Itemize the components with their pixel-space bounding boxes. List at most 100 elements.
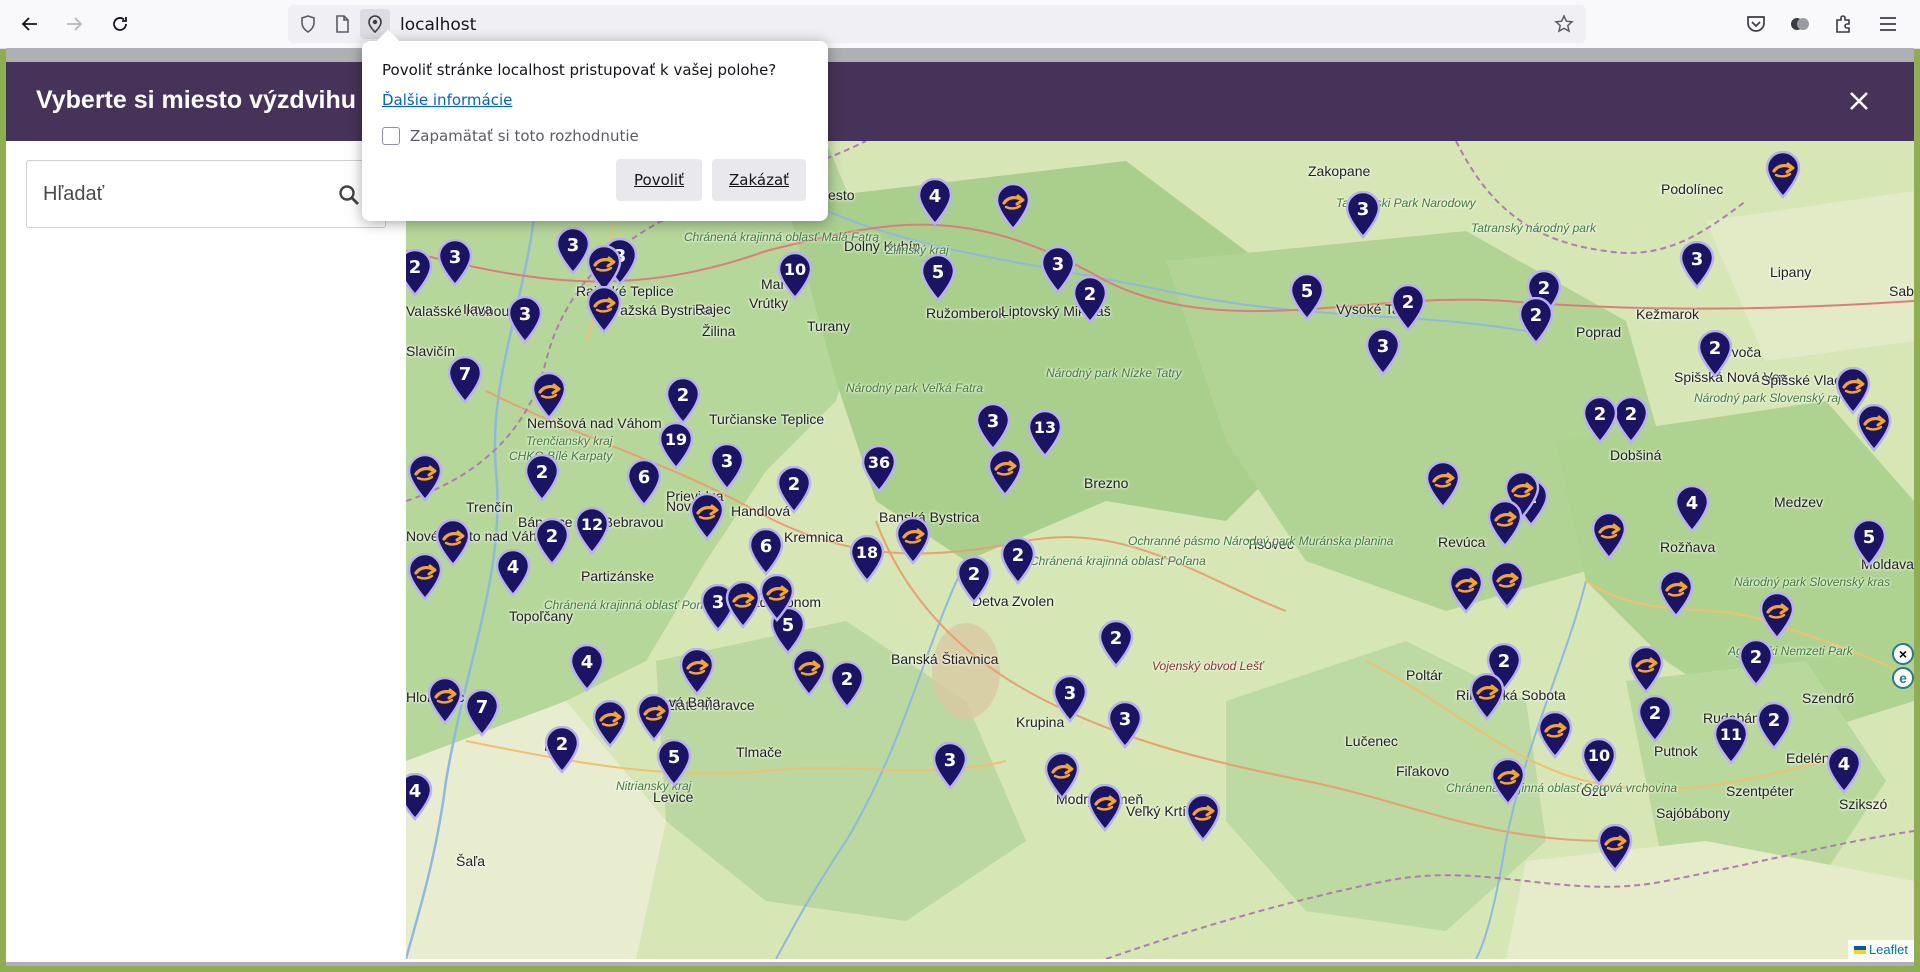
close-button[interactable] <box>1842 84 1876 118</box>
map-cluster-marker[interactable]: 2 <box>1755 702 1793 750</box>
reload-button[interactable] <box>104 8 136 40</box>
back-button[interactable] <box>14 8 46 40</box>
map-pickup-point-marker[interactable] <box>1855 404 1893 452</box>
extensions-cluster-icon[interactable] <box>1788 12 1812 36</box>
map-cluster-marker[interactable]: 4 <box>568 644 606 692</box>
map-pickup-point-marker[interactable] <box>1424 461 1462 509</box>
map-cluster-marker[interactable]: 2 <box>1696 330 1734 378</box>
map-cluster-marker[interactable]: 7 <box>446 356 484 404</box>
page-icon[interactable] <box>332 14 352 34</box>
map-cluster-marker[interactable]: 4 <box>406 773 434 821</box>
map-cluster-marker[interactable]: 5 <box>655 739 693 787</box>
map-cluster-marker[interactable]: 2 <box>1389 284 1427 332</box>
map[interactable]: Zakopane Tatrzański Park Narodowy Tatransk… <box>406 141 1914 959</box>
map-cluster-marker[interactable]: 4 <box>1825 746 1863 794</box>
info-e-icon[interactable]: e <box>1892 667 1914 689</box>
map-cluster-marker[interactable]: 2 <box>1636 695 1674 743</box>
map-cluster-marker[interactable]: 5 <box>1288 273 1326 321</box>
map-cluster-marker[interactable]: 2 <box>999 537 1037 585</box>
map-pickup-point-marker[interactable] <box>994 183 1032 231</box>
remember-checkbox[interactable] <box>382 127 400 145</box>
map-cluster-marker[interactable]: 5 <box>1850 519 1888 567</box>
map-pickup-point-marker[interactable] <box>678 648 716 696</box>
map-pickup-point-marker[interactable] <box>1596 824 1634 872</box>
map-pickup-point-marker[interactable] <box>1489 758 1527 806</box>
map-cluster-marker[interactable]: 3 <box>708 443 746 491</box>
map-cluster-marker[interactable]: 13 <box>1026 410 1064 458</box>
map-cluster-marker[interactable]: 6 <box>747 528 785 576</box>
map-pickup-point-marker[interactable] <box>758 574 796 622</box>
forward-button[interactable] <box>58 8 90 40</box>
puzzle-icon[interactable] <box>1832 12 1856 36</box>
map-pickup-point-marker[interactable] <box>1627 646 1665 694</box>
menu-icon[interactable] <box>1876 12 1900 36</box>
map-pickup-point-marker[interactable] <box>1468 673 1506 721</box>
map-cluster-marker[interactable]: 2 <box>664 377 702 425</box>
map-pickup-point-marker[interactable] <box>1086 784 1124 832</box>
map-pickup-point-marker[interactable] <box>406 454 444 502</box>
map-pickup-point-marker[interactable] <box>1657 570 1695 618</box>
map-cluster-marker[interactable]: 4 <box>1673 485 1711 533</box>
map-cluster-marker[interactable]: 2 <box>543 726 581 774</box>
map-pickup-point-marker[interactable] <box>1536 711 1574 759</box>
map-cluster-marker[interactable]: 11 <box>1712 717 1750 765</box>
map-cluster-marker[interactable]: 3 <box>1106 701 1144 749</box>
map-cluster-marker[interactable]: 2 <box>523 454 561 502</box>
map-cluster-marker[interactable]: 2 <box>533 518 571 566</box>
map-cluster-marker[interactable]: 5 <box>919 254 957 302</box>
map-pickup-point-marker[interactable] <box>1043 752 1081 800</box>
map-pickup-point-marker[interactable] <box>986 449 1024 497</box>
map-pickup-point-marker[interactable] <box>790 649 828 697</box>
map-cluster-marker[interactable]: 2 <box>1581 396 1619 444</box>
map-pickup-point-marker[interactable] <box>894 517 932 565</box>
url-text[interactable]: localhost <box>400 15 476 35</box>
map-pickup-point-marker[interactable] <box>1447 566 1485 614</box>
map-cluster-marker[interactable]: 3 <box>436 239 474 287</box>
map-cluster-marker[interactable]: 10 <box>1580 738 1618 786</box>
map-cluster-marker[interactable]: 3 <box>974 403 1012 451</box>
map-cluster-marker[interactable]: 3 <box>931 742 969 790</box>
map-pickup-point-marker[interactable] <box>1758 592 1796 640</box>
map-cluster-marker[interactable]: 6 <box>625 459 663 507</box>
pocket-icon[interactable] <box>1744 12 1768 36</box>
map-cluster-marker[interactable]: 36 <box>860 445 898 493</box>
map-cluster-marker[interactable]: 3 <box>1364 328 1402 376</box>
search-input[interactable] <box>27 161 317 227</box>
map-cluster-marker[interactable]: 2 <box>775 466 813 514</box>
map-cluster-marker[interactable]: 10 <box>776 252 814 300</box>
map-cluster-marker[interactable]: 4 <box>494 549 532 597</box>
map-cluster-marker[interactable]: 3 <box>1678 241 1716 289</box>
url-bar[interactable]: localhost <box>288 5 1586 43</box>
map-cluster-marker[interactable]: 3 <box>1344 191 1382 239</box>
map-pickup-point-marker[interactable] <box>1590 512 1628 560</box>
map-cluster-marker[interactable]: 4 <box>916 178 954 226</box>
map-cluster-marker[interactable]: 2 <box>1071 276 1109 324</box>
map-pickup-point-marker[interactable] <box>591 700 629 748</box>
shield-icon[interactable] <box>298 14 318 34</box>
star-icon[interactable] <box>1554 14 1574 34</box>
map-pickup-point-marker[interactable] <box>635 694 673 742</box>
map-cluster-marker[interactable]: 2 <box>1517 297 1555 345</box>
more-info-link[interactable]: Ďalšie informácie <box>382 91 512 109</box>
map-pickup-point-marker[interactable] <box>1764 151 1802 199</box>
map-pickup-point-marker[interactable] <box>1184 794 1222 842</box>
allow-button[interactable]: Povoliť <box>616 159 702 201</box>
map-cluster-marker[interactable]: 2 <box>1097 620 1135 668</box>
search-icon[interactable] <box>337 183 361 207</box>
map-pickup-point-marker[interactable] <box>530 372 568 420</box>
map-cluster-marker[interactable]: 2 <box>955 556 993 604</box>
map-cluster-marker[interactable]: 2 <box>406 249 434 297</box>
map-cluster-marker[interactable]: 18 <box>848 535 886 583</box>
map-cluster-marker[interactable]: 2 <box>1737 639 1775 687</box>
map-cluster-marker[interactable]: 3 <box>1051 675 1089 723</box>
close-circle-icon[interactable]: × <box>1892 643 1914 665</box>
map-cluster-marker[interactable]: 2 <box>828 661 866 709</box>
map-pickup-point-marker[interactable] <box>1488 561 1526 609</box>
map-cluster-marker[interactable]: 12 <box>573 507 611 555</box>
map-pickup-point-marker[interactable] <box>724 581 762 629</box>
map-pickup-point-marker[interactable] <box>585 286 623 334</box>
attribution-text[interactable]: Leaflet <box>1869 942 1908 957</box>
leaflet-attribution[interactable]: Leaflet <box>1847 940 1914 959</box>
map-pickup-point-marker[interactable] <box>688 493 726 541</box>
map-cluster-marker[interactable]: 3 <box>506 296 544 344</box>
